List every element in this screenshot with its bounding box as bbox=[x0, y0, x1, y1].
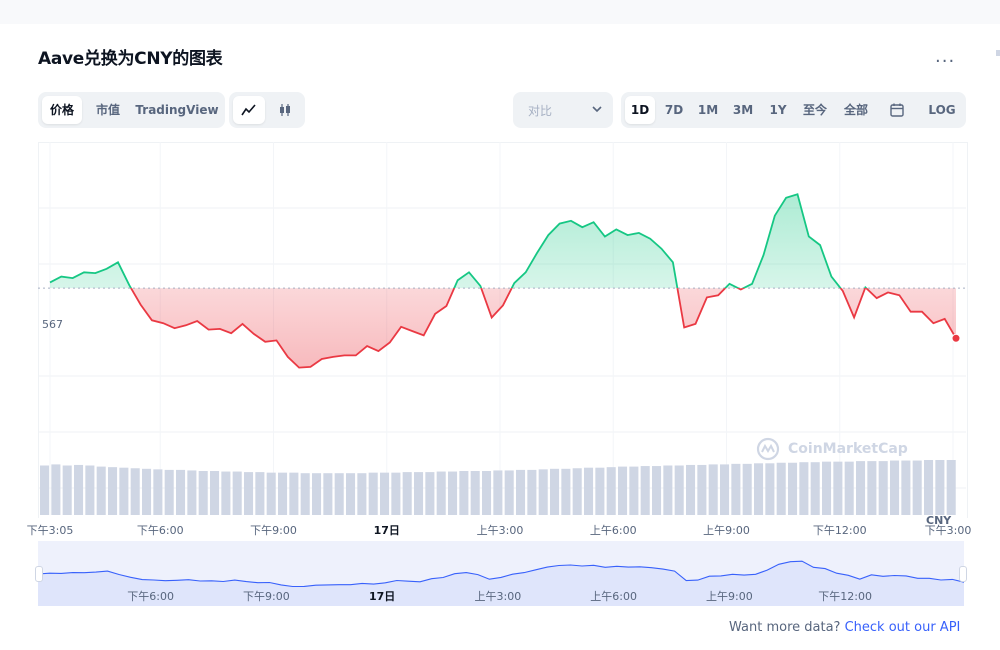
x-tick-label: 下午12:00 bbox=[812, 524, 867, 537]
range-1m[interactable]: 1M bbox=[693, 96, 723, 124]
x-tick-label: 上午3:00 bbox=[476, 524, 524, 537]
x-tick-label: 下午3:05 bbox=[26, 524, 74, 537]
navigator-right-handle[interactable] bbox=[959, 566, 967, 582]
line-chart-icon bbox=[241, 104, 256, 116]
chevron-down-icon bbox=[592, 106, 602, 113]
baseline-label: 567 bbox=[42, 318, 63, 331]
range-ytd[interactable]: 至今 bbox=[797, 96, 833, 124]
x-tick-label: 17日 bbox=[373, 524, 400, 537]
navigator-tick-label: 上午9:00 bbox=[706, 590, 753, 603]
line-chart-button[interactable] bbox=[233, 96, 265, 124]
tab-tradingview[interactable]: TradingView bbox=[134, 96, 220, 124]
chart-type-tabs: 价格 市值 TradingView bbox=[38, 92, 225, 128]
range-1y[interactable]: 1Y bbox=[763, 96, 793, 124]
range-all[interactable]: 全部 bbox=[837, 96, 875, 124]
chart-style-toggle bbox=[229, 92, 305, 128]
chart-title: Aave兑换为CNY的图表 bbox=[38, 49, 223, 69]
candlestick-button[interactable] bbox=[269, 96, 301, 124]
coinmarketcap-logo-icon bbox=[756, 437, 780, 461]
x-tick-label: 上午9:00 bbox=[703, 524, 750, 537]
time-range-tabs: 1D 7D 1M 3M 1Y 至今 全部 LOG bbox=[621, 92, 966, 128]
watermark-text: CoinMarketCap bbox=[788, 441, 908, 457]
navigator-tick-label: 17日 bbox=[369, 590, 396, 603]
api-link[interactable]: Check out our API bbox=[845, 620, 961, 635]
range-log[interactable]: LOG bbox=[923, 96, 961, 124]
compare-dropdown[interactable]: 对比 bbox=[513, 92, 613, 128]
navigator-tick-label: 上午6:00 bbox=[590, 590, 638, 603]
range-7d[interactable]: 7D bbox=[659, 96, 689, 124]
calendar-icon bbox=[890, 103, 904, 117]
navigator-tick-label: 下午6:00 bbox=[127, 590, 175, 603]
candlestick-icon bbox=[280, 104, 290, 116]
api-promo-text: Want more data? bbox=[729, 620, 841, 635]
x-tick-label: 上午6:00 bbox=[589, 524, 637, 537]
tab-price[interactable]: 价格 bbox=[42, 96, 82, 124]
navigator-left-handle[interactable] bbox=[35, 566, 43, 582]
tab-market-cap[interactable]: 市值 bbox=[88, 96, 128, 124]
currency-label: CNY bbox=[926, 514, 952, 527]
x-tick-label: 下午9:00 bbox=[250, 524, 297, 537]
chart-plot-frame bbox=[38, 142, 968, 518]
more-options-button[interactable]: ... bbox=[935, 46, 955, 67]
date-range-button[interactable] bbox=[879, 96, 915, 124]
top-band bbox=[0, 0, 1000, 8]
api-promo: Want more data? Check out our API bbox=[729, 620, 960, 635]
range-3m[interactable]: 3M bbox=[727, 96, 759, 124]
navigator-tick-label: 下午9:00 bbox=[243, 590, 290, 603]
x-tick-label: 下午6:00 bbox=[136, 524, 184, 537]
compare-label: 对比 bbox=[528, 104, 553, 118]
navigator-tick-label: 下午12:00 bbox=[818, 590, 873, 603]
scroll-edge-marker bbox=[996, 50, 1000, 56]
navigator-tick-label: 上午3:00 bbox=[474, 590, 522, 603]
range-1d[interactable]: 1D bbox=[625, 96, 655, 124]
